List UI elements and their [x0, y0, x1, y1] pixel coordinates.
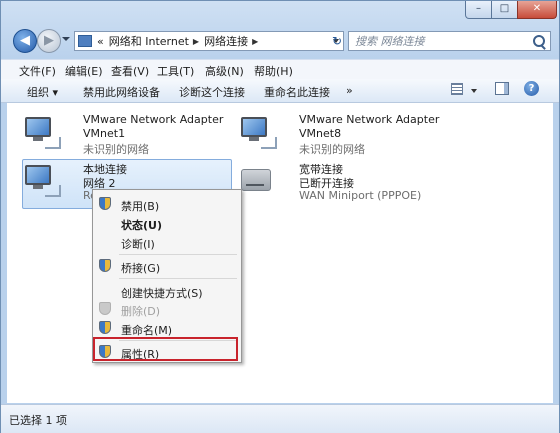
search-box[interactable]	[348, 31, 551, 51]
preview-pane-icon[interactable]	[495, 82, 509, 95]
connection-subname: VMnet8	[299, 127, 342, 140]
forward-button[interactable]: ▶	[37, 29, 61, 53]
search-icon[interactable]	[533, 35, 545, 47]
connections-list: VMware Network Adapter VMnet1 未识别的网络 VMw…	[7, 103, 553, 403]
network-adapter-icon	[241, 117, 279, 151]
breadcrumb-network-internet[interactable]: 网络和 Internet	[109, 33, 189, 49]
menu-edit[interactable]: 编辑(E)	[65, 63, 103, 79]
back-button[interactable]: ◀	[13, 29, 37, 53]
status-bar: 已选择 1 项	[1, 404, 559, 433]
connection-broadband[interactable]: 宽带连接 已断开连接 WAN Miniport (PPPOE)	[241, 163, 461, 207]
chevron-right-icon[interactable]: ▶	[252, 37, 258, 46]
menu-item-disable[interactable]: 禁用(B)	[93, 194, 241, 214]
recent-pages-dropdown-icon[interactable]	[62, 37, 70, 41]
connection-vmnet8[interactable]: VMware Network Adapter VMnet8 未识别的网络	[241, 113, 441, 159]
status-text: 已选择 1 项	[9, 414, 67, 427]
network-adapter-icon	[25, 165, 63, 199]
uac-shield-icon	[99, 259, 111, 272]
address-bar[interactable]: « 网络和 Internet ▶ 网络连接 ▶	[74, 31, 344, 51]
menu-help[interactable]: 帮助(H)	[254, 63, 293, 79]
menu-item-status[interactable]: 状态(U)	[93, 213, 241, 233]
search-input[interactable]	[349, 32, 530, 50]
menu-file[interactable]: 文件(F)	[19, 63, 56, 79]
help-icon[interactable]: ?	[524, 81, 539, 96]
view-dropdown-icon[interactable]	[471, 89, 477, 93]
close-button[interactable]: ✕	[517, 1, 557, 19]
connection-status: 未识别的网络	[83, 143, 149, 156]
menu-tools[interactable]: 工具(T)	[157, 63, 194, 79]
connection-name: VMware Network Adapter	[299, 113, 440, 126]
connection-subname: VMnet1	[83, 127, 126, 140]
connection-name: VMware Network Adapter	[83, 113, 224, 126]
menu-item-diagnose[interactable]: 诊断(I)	[93, 232, 241, 252]
maximize-button[interactable]: □	[491, 1, 518, 19]
connection-device: WAN Miniport (PPPOE)	[299, 189, 422, 202]
menu-separator	[119, 278, 237, 279]
menu-item-create-shortcut[interactable]: 创建快捷方式(S)	[93, 281, 241, 301]
chevron-right-icon[interactable]: ▶	[193, 37, 199, 46]
breadcrumb-network-connections[interactable]: 网络连接	[204, 33, 248, 49]
diagnose-button[interactable]: 诊断这个连接	[179, 84, 245, 100]
uac-shield-icon	[99, 197, 111, 210]
connection-status: 未识别的网络	[299, 143, 365, 156]
minimize-button[interactable]: –	[465, 1, 492, 19]
menu-advanced[interactable]: 高级(N)	[205, 63, 244, 79]
menu-item-bridge[interactable]: 桥接(G)	[93, 256, 241, 276]
title-bar: – □ ✕	[1, 1, 559, 23]
control-panel-icon	[78, 35, 92, 47]
change-view-icon[interactable]	[451, 83, 463, 95]
broadband-modem-icon	[241, 165, 279, 199]
menu-item-delete: 删除(D)	[93, 299, 241, 319]
refresh-button[interactable]: ↻	[327, 31, 347, 51]
uac-shield-icon	[99, 321, 111, 334]
explorer-window: – □ ✕ ◀ ▶ « 网络和 Internet ▶ 网络连接 ▶ ↻ 文件(F…	[0, 0, 560, 433]
organize-button[interactable]: 组织 ▾	[27, 84, 58, 100]
more-commands-button[interactable]: »	[346, 84, 353, 97]
menu-separator	[119, 254, 237, 255]
connection-vmnet1[interactable]: VMware Network Adapter VMnet1 未识别的网络	[25, 113, 225, 159]
uac-shield-icon	[99, 302, 111, 315]
network-adapter-icon	[25, 117, 63, 151]
properties-highlight-box	[93, 337, 238, 361]
disable-device-button[interactable]: 禁用此网络设备	[83, 84, 160, 100]
menu-item-rename[interactable]: 重命名(M)	[93, 318, 241, 338]
rename-button[interactable]: 重命名此连接	[264, 84, 330, 100]
address-overflow[interactable]: «	[97, 35, 104, 48]
menu-view[interactable]: 查看(V)	[111, 63, 149, 79]
menu-bar: 文件(F) 编辑(E) 查看(V) 工具(T) 高级(N) 帮助(H)	[1, 59, 559, 80]
